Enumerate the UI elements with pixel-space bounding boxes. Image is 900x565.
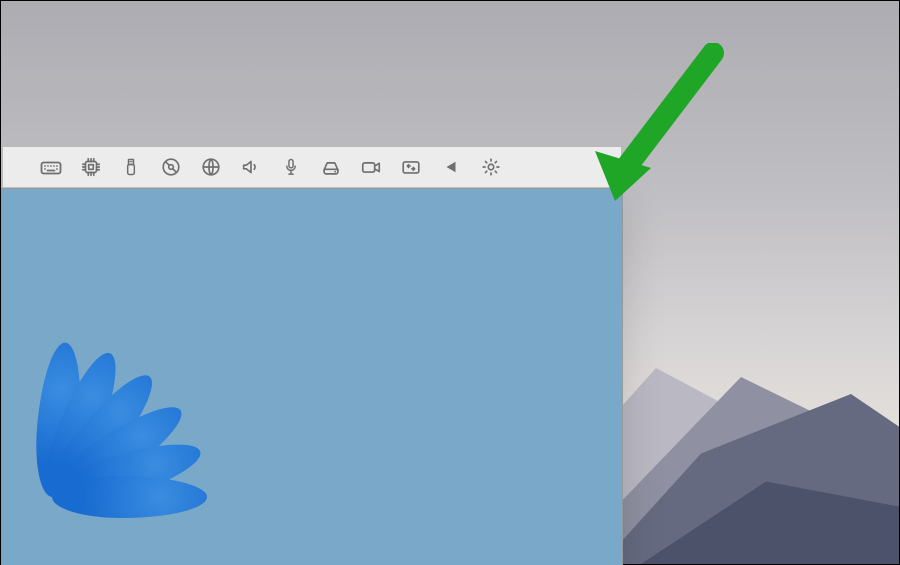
keyboard-icon[interactable] bbox=[39, 155, 63, 179]
cpu-icon[interactable] bbox=[79, 155, 103, 179]
sound-icon[interactable] bbox=[239, 155, 263, 179]
camera-icon[interactable] bbox=[359, 155, 383, 179]
vm-window bbox=[1, 188, 623, 565]
collapse-icon[interactable] bbox=[439, 155, 463, 179]
usb-icon[interactable] bbox=[119, 155, 143, 179]
screenshot-root bbox=[0, 0, 900, 565]
optical-icon[interactable] bbox=[159, 155, 183, 179]
gear-icon[interactable] bbox=[479, 155, 503, 179]
mic-icon[interactable] bbox=[279, 155, 303, 179]
network-icon[interactable] bbox=[199, 155, 223, 179]
guest-desktop-background bbox=[0, 367, 182, 565]
sharing-icon[interactable] bbox=[399, 155, 423, 179]
disk-icon[interactable] bbox=[319, 155, 343, 179]
vm-toolbar bbox=[2, 146, 622, 188]
